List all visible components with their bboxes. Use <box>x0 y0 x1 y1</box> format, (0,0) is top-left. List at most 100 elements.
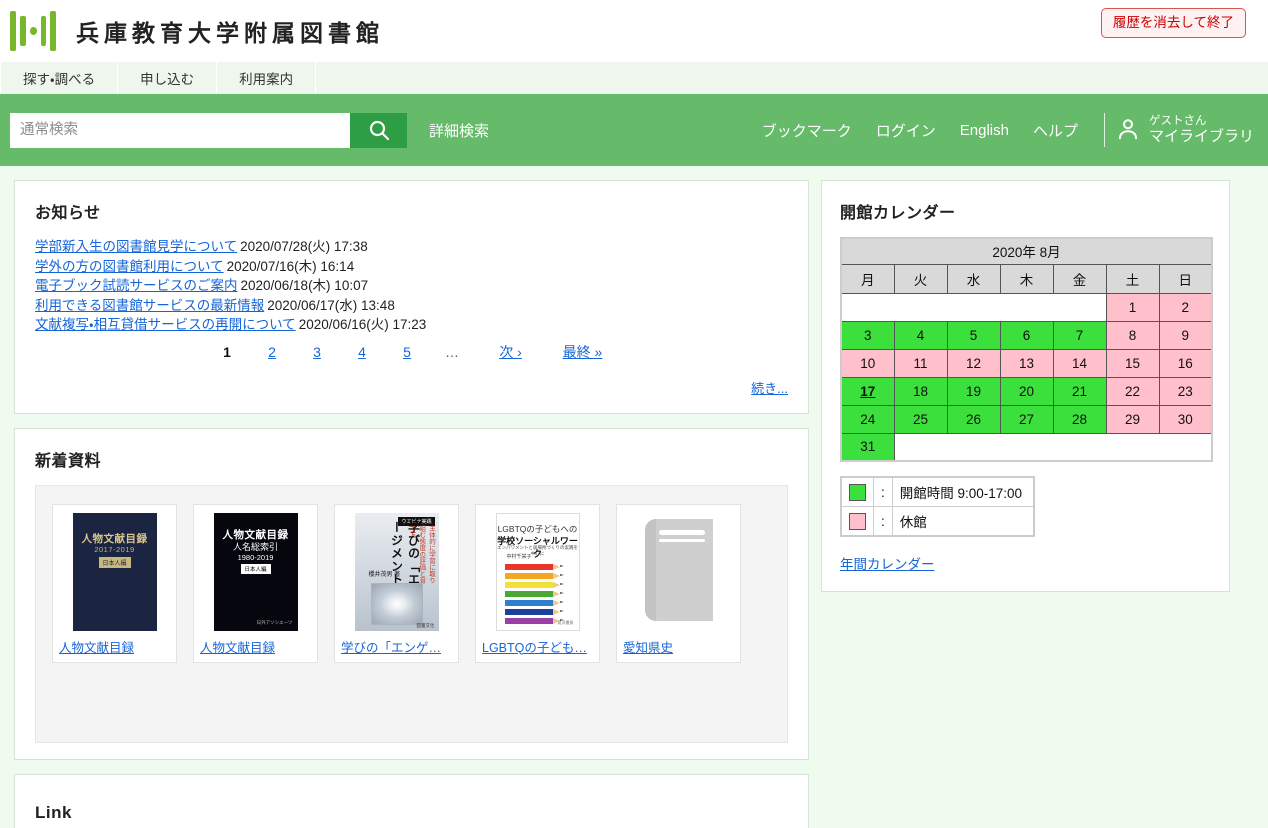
mylibrary-text: ゲストさん マイライブラリ <box>1149 115 1254 145</box>
pagination-next[interactable]: 次 › <box>475 342 547 362</box>
logo-bar-3 <box>40 16 47 46</box>
calendar-cell[interactable]: 15 <box>1105 348 1160 378</box>
news-link[interactable]: 学外の方の図書館利用について <box>35 259 224 274</box>
calendar-cell[interactable]: 24 <box>840 404 895 434</box>
page-content: お知らせ 学部新入生の図書館見学について 2020/07/28(火) 17:38 … <box>0 166 1268 828</box>
logo-bar-4 <box>50 11 56 51</box>
new-arrivals-shelf: 人物文献目録 2017-2019 日本人編 人物文献目録 人物文献目録 人名総索… <box>35 484 788 743</box>
news-date: 2020/06/18(木) 10:07 <box>240 278 369 293</box>
calendar-cell[interactable]: 8 <box>1105 320 1160 350</box>
bookmark-link[interactable]: ブックマーク <box>750 120 864 141</box>
legend-swatch-closed-cell <box>840 506 874 537</box>
logo-dot-icon <box>29 27 37 35</box>
calendar-header-sat: 土 <box>1105 263 1160 294</box>
book-cover-image[interactable]: ウエビナ実践 学びの「エンゲージメント」 主体的に学習に取り組む態度の評価と育て… <box>354 512 439 631</box>
list-item[interactable]: 人物文献目録 2017-2019 日本人編 人物文献目録 <box>52 503 177 663</box>
mylibrary-button[interactable]: ゲストさん マイライブラリ <box>1115 115 1254 145</box>
calendar-cell[interactable]: 9 <box>1158 320 1213 350</box>
legend-swatch-open-cell <box>840 476 874 507</box>
calendar-cell[interactable]: 28 <box>1052 404 1107 434</box>
calendar-cell[interactable]: 1 <box>1105 292 1160 322</box>
calendar-cell[interactable]: 7 <box>1052 320 1107 350</box>
pagination-last[interactable]: 最終 » <box>547 342 619 362</box>
calendar-header-sun: 日 <box>1158 263 1213 294</box>
search-input[interactable] <box>10 112 350 148</box>
guest-name: ゲストさん <box>1148 114 1207 127</box>
calendar-cell[interactable]: 21 <box>1052 376 1107 406</box>
advanced-search-link[interactable]: 詳細検索 <box>429 120 489 141</box>
pagination-page-5[interactable]: 5 <box>385 344 430 360</box>
pagination-page-4[interactable]: 4 <box>340 344 385 360</box>
list-item[interactable]: 愛知県史 <box>616 503 741 663</box>
calendar-cell[interactable]: 20 <box>999 376 1054 406</box>
placeholder-line-2 <box>658 538 705 542</box>
book-cover-image[interactable]: 人物文献目録 人名総索引 1980-2019 日本人編 日外アソシエーツ <box>213 512 298 631</box>
book-list: 人物文献目録 2017-2019 日本人編 人物文献目録 人物文献目録 人名総索… <box>52 503 771 663</box>
cover-publisher: 日外アソシエーツ <box>256 619 293 625</box>
news-link[interactable]: 電子ブック試読サービスのご案内 <box>35 278 238 293</box>
calendar-header-fri: 金 <box>1052 263 1107 294</box>
year-calendar-link[interactable]: 年間カレンダー <box>840 553 935 573</box>
calendar-cell[interactable]: 11 <box>893 348 948 378</box>
book-title-link[interactable]: 学びの「エンゲ… <box>341 637 441 656</box>
book-title-link[interactable]: 人物文献目録 <box>59 637 134 656</box>
table-row: 3 4 5 6 7 8 9 <box>840 320 1213 350</box>
calendar-cell[interactable]: 6 <box>999 320 1054 350</box>
news-link[interactable]: 文献複写・相互貸借サービスの再開について <box>35 317 296 332</box>
calendar-cell[interactable]: 16 <box>1158 348 1213 378</box>
nav-item-apply[interactable]: 申し込む <box>118 62 218 94</box>
calendar-cell[interactable]: 3 <box>840 320 895 350</box>
calendar-cell[interactable]: 2 <box>1158 292 1213 322</box>
book-title-link[interactable]: 愛知県史 <box>623 637 673 656</box>
book-cover-placeholder-icon[interactable] <box>636 512 721 631</box>
pagination-page-2[interactable]: 2 <box>250 344 295 360</box>
calendar-cell[interactable]: 23 <box>1158 376 1213 406</box>
list-item[interactable]: 人物文献目録 人名総索引 1980-2019 日本人編 日外アソシエーツ 人物文… <box>193 503 318 663</box>
news-link[interactable]: 学部新入生の図書館見学について <box>35 239 237 254</box>
search-icon <box>367 118 391 142</box>
calendar-cell[interactable]: 26 <box>946 404 1001 434</box>
calendar-cell[interactable]: 4 <box>893 320 948 350</box>
nav-item-guide[interactable]: 利用案内 <box>217 62 317 94</box>
calendar-cell[interactable]: 14 <box>1052 348 1107 378</box>
calendar-cell-blank <box>840 292 1107 322</box>
news-card: お知らせ 学部新入生の図書館見学について 2020/07/28(火) 17:38 … <box>14 180 809 414</box>
calendar-cell[interactable]: 22 <box>1105 376 1160 406</box>
book-cover-image[interactable]: LGBTQの子どもへの 学校ソーシャルワーク エンパワメントと居場所づくりの実践… <box>495 512 580 631</box>
library-bars-logo-icon[interactable] <box>10 9 56 53</box>
login-link[interactable]: ログイン <box>864 120 948 141</box>
table-row: 24 25 26 27 28 29 30 <box>840 404 1213 434</box>
news-link[interactable]: 利用できる図書館サービスの最新情報 <box>35 298 264 313</box>
calendar-cell[interactable]: 31 <box>840 432 895 462</box>
help-link[interactable]: ヘルプ <box>1021 120 1090 141</box>
cover-author: 中村千栄子 <box>506 553 532 560</box>
search-button[interactable] <box>350 112 407 148</box>
english-link[interactable]: English <box>948 122 1021 139</box>
calendar-cell[interactable]: 13 <box>999 348 1054 378</box>
calendar-cell[interactable]: 30 <box>1158 404 1213 434</box>
book-title-link[interactable]: 人物文献目録 <box>200 637 275 656</box>
pagination-page-3[interactable]: 3 <box>295 344 340 360</box>
calendar-cell-blank <box>893 432 1213 462</box>
nav-item-search[interactable]: 探す・調べる <box>0 62 119 94</box>
left-column: お知らせ 学部新入生の図書館見学について 2020/07/28(火) 17:38 … <box>14 180 809 828</box>
list-item[interactable]: ウエビナ実践 学びの「エンゲージメント」 主体的に学習に取り組む態度の評価と育て… <box>334 503 459 663</box>
calendar-cell[interactable]: 12 <box>946 348 1001 378</box>
calendar-cell[interactable]: 10 <box>840 348 895 378</box>
calendar-cell-today[interactable]: 17 <box>840 376 895 406</box>
list-item[interactable]: LGBTQの子どもへの 学校ソーシャルワーク エンパワメントと居場所づくりの実践… <box>475 503 600 663</box>
calendar-cell[interactable]: 25 <box>893 404 948 434</box>
calendar-cell[interactable]: 19 <box>946 376 1001 406</box>
search-bar: 詳細検索 ブックマーク ログイン English ヘルプ ゲストさん マイライブ… <box>0 94 1268 166</box>
calendar-cell[interactable]: 5 <box>946 320 1001 350</box>
calendar-cell[interactable]: 29 <box>1105 404 1160 434</box>
news-more-link[interactable]: 続き... <box>35 378 788 397</box>
book-cover-image[interactable]: 人物文献目録 2017-2019 日本人編 <box>72 512 157 631</box>
utility-divider <box>1103 113 1105 147</box>
book-title-link[interactable]: LGBTQの子ども… <box>482 637 587 656</box>
clear-history-exit-button[interactable]: 履歴を消去して終了 <box>1100 8 1246 38</box>
table-row: : 開館時間 9:00-17:00 <box>840 476 1035 507</box>
calendar-cell[interactable]: 27 <box>999 404 1054 434</box>
main-navigation: 探す・調べる 申し込む 利用案内 <box>0 62 1268 94</box>
calendar-cell[interactable]: 18 <box>893 376 948 406</box>
